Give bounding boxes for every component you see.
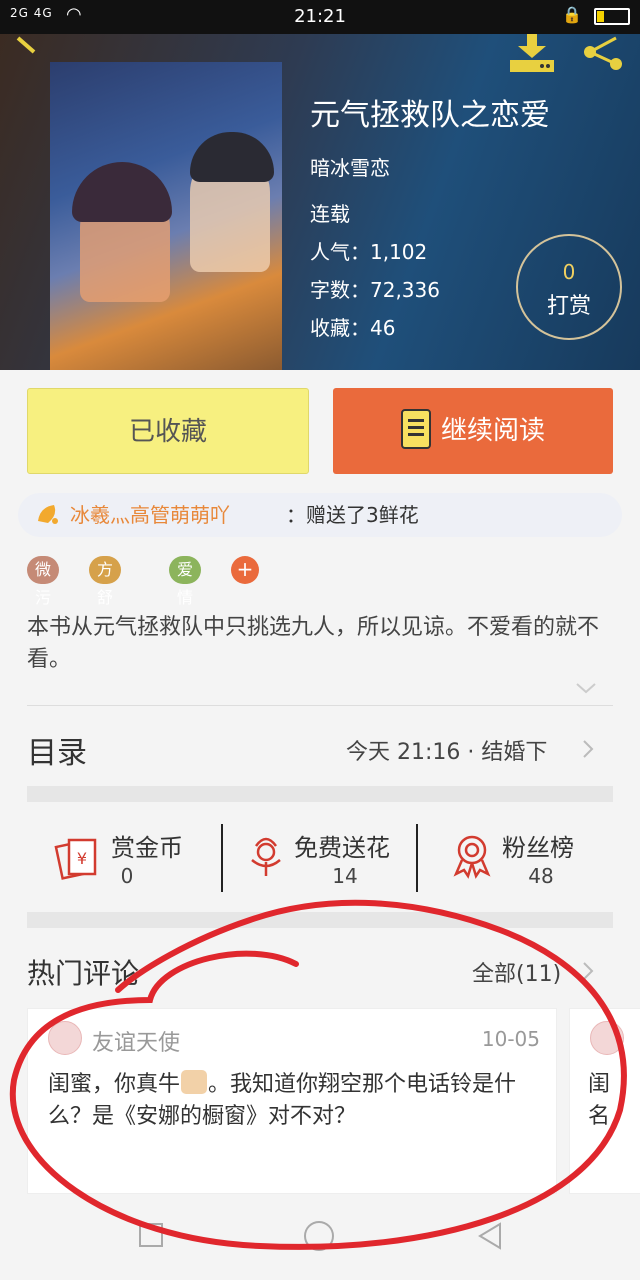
continue-reading-button[interactable]: 继续阅读 <box>333 388 613 474</box>
avatar[interactable] <box>48 1021 82 1055</box>
comment-date: 10-05 <box>481 1027 540 1051</box>
gift-notification[interactable]: 冰羲灬高管萌萌吖 ：赠送了3鲜花 <box>18 493 622 537</box>
stat-value: 48 <box>528 864 554 888</box>
stat-value: 14 <box>332 864 358 888</box>
book-title: 元气拯救队之恋爱 <box>310 98 550 133</box>
gift-donor[interactable]: 冰羲灬高管萌萌吖 <box>70 493 230 537</box>
tip-label: 打赏 <box>546 294 591 319</box>
system-nav-bar <box>0 1196 640 1280</box>
chevron-right-icon[interactable] <box>580 960 596 982</box>
chevron-right-icon <box>583 740 594 758</box>
all-comments-link[interactable]: 全部(11) <box>472 956 561 988</box>
flower-icon <box>251 837 281 876</box>
stat-label: 粉丝榜 <box>502 834 574 862</box>
battery-icon <box>594 8 630 25</box>
comment-username[interactable]: 友谊天使 <box>92 1025 180 1057</box>
hot-comments-title: 热门评论 <box>27 957 140 990</box>
flower-icon <box>38 505 58 524</box>
book-icon <box>400 408 431 449</box>
svg-text:¥: ¥ <box>77 849 87 868</box>
comment-card[interactable]: 友谊天使 10-05 闺蜜，你真牛 。我知道你翔空那个电话铃是什么？是《安娜的橱窗… <box>27 1008 557 1194</box>
tag-item[interactable]: 方舒文 <box>89 556 122 635</box>
book-cover-image <box>50 62 282 370</box>
stat-label: 免费送花 <box>294 834 390 862</box>
tip-button[interactable]: 0 打赏 <box>516 234 622 340</box>
divider <box>27 705 613 706</box>
book-header: 元气拯救队之恋爱 暗冰雪恋 连载 人气：1,102 字数：72,336 收藏：4… <box>0 34 640 370</box>
comment-card[interactable]: 闺名 <box>569 1008 640 1194</box>
book-word-count: 字数：72,336 <box>310 278 440 302</box>
tip-count: 0 <box>562 260 576 284</box>
toc-latest-chapter[interactable]: 今天 21:16 · 结婚下 <box>346 734 547 766</box>
continue-reading-label: 继续阅读 <box>440 416 545 446</box>
medal-icon <box>453 835 491 879</box>
comment-text: 闺蜜，你真牛 。我知道你翔空那个电话铃是什么？是《安娜的橱窗》对不对？ <box>48 1069 548 1133</box>
back-icon[interactable] <box>14 36 50 54</box>
book-favorites: 收藏：46 <box>310 316 396 340</box>
home-icon[interactable] <box>303 1220 335 1252</box>
stat-free-flowers[interactable]: 免费送花 14 <box>222 822 418 896</box>
section-separator <box>27 786 613 802</box>
chevron-down-icon[interactable] <box>574 680 598 696</box>
stat-reward-coins[interactable]: ¥ 赏金币 0 <box>27 822 223 896</box>
comment-text-part: 闺蜜，你真牛 <box>48 1072 181 1097</box>
book-author[interactable]: 暗冰雪恋 <box>310 152 390 181</box>
add-tag-button[interactable]: + <box>231 556 259 584</box>
thumbs-up-icon <box>181 1070 208 1094</box>
comment-text: 闺名 <box>588 1072 611 1129</box>
download-icon[interactable] <box>506 34 558 74</box>
tag-item[interactable]: 微污 <box>27 556 60 607</box>
avatar[interactable] <box>590 1021 624 1055</box>
stat-value: 0 <box>120 864 134 888</box>
tag-item[interactable]: 爱情 <box>169 556 202 607</box>
gift-action: ：赠送了3鲜花 <box>286 503 419 527</box>
stat-label: 赏金币 <box>111 834 183 862</box>
book-popularity: 人气：1,102 <box>310 240 428 264</box>
stat-fan-ranking[interactable]: 粉丝榜 48 <box>418 822 614 896</box>
favorited-button[interactable]: 已收藏 <box>27 388 309 474</box>
share-icon[interactable] <box>580 34 628 70</box>
status-bar: 2G 4G ◠ 21:21 🔒 <box>0 0 640 34</box>
back-nav-icon[interactable] <box>476 1222 504 1250</box>
section-separator <box>27 912 613 928</box>
clock: 21:21 <box>294 6 346 27</box>
recent-apps-icon[interactable] <box>138 1222 164 1248</box>
book-status: 连载 <box>310 202 350 226</box>
book-description: 本书从元气拯救队中只挑选九人，所以见谅。不爱看的就不看。 <box>27 615 600 672</box>
toc-title: 目录 <box>27 736 87 771</box>
coin-envelope-icon: ¥ <box>54 838 97 880</box>
lock-icon: 🔒 <box>562 5 582 24</box>
